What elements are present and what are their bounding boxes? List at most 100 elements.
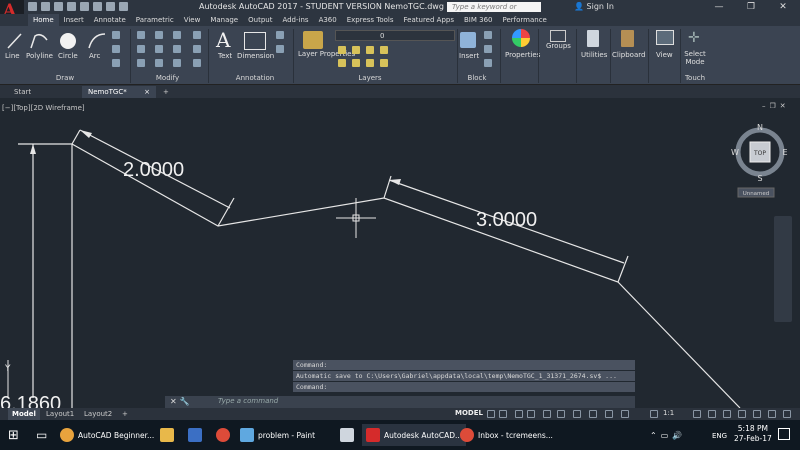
system-clock[interactable]: 5:18 PM 27-Feb-17 xyxy=(734,424,772,444)
transparency-icon[interactable] xyxy=(589,410,597,418)
quick-properties-icon[interactable] xyxy=(738,410,746,418)
taskbar-item-paint[interactable]: problem - Paint xyxy=(240,424,315,446)
scale-icon[interactable] xyxy=(155,59,163,67)
minimize-button[interactable]: — xyxy=(703,0,735,14)
search-input[interactable]: Type a keyword or phrase xyxy=(447,2,541,21)
panel-block-label[interactable]: Block xyxy=(462,74,492,83)
stretch-icon[interactable] xyxy=(137,59,145,67)
grid-icon[interactable] xyxy=(487,410,495,418)
panel-modify-label[interactable]: Modify xyxy=(145,74,190,83)
tab-featured-apps[interactable]: Featured Apps xyxy=(399,14,459,26)
dimension-button[interactable]: Dimension xyxy=(237,52,274,60)
restore-button[interactable]: ❐ xyxy=(735,0,767,14)
tab-start[interactable]: Start xyxy=(8,86,78,98)
language-indicator[interactable]: ENG xyxy=(712,432,727,440)
tab-layout2[interactable]: Layout2 xyxy=(80,408,116,420)
hatch-icon[interactable] xyxy=(112,45,120,53)
trim-icon[interactable] xyxy=(173,31,181,39)
taskbar-item-autocad[interactable]: Autodesk AutoCAD... xyxy=(362,424,467,446)
polyline-button[interactable]: Polyline xyxy=(26,52,53,60)
model-space-button[interactable]: MODEL xyxy=(455,409,483,417)
new-tab-button[interactable]: + xyxy=(160,86,174,98)
tab-layout1[interactable]: Layout1 xyxy=(42,408,78,420)
chrome-icon[interactable] xyxy=(216,428,230,442)
panel-touch-label[interactable]: Touch xyxy=(684,74,706,83)
selection-cycling-icon[interactable] xyxy=(605,410,613,418)
array-icon[interactable] xyxy=(173,59,181,67)
tab-annotate[interactable]: Annotate xyxy=(89,14,131,26)
close-tab-icon[interactable]: × xyxy=(144,86,150,98)
command-line-controls[interactable]: ✕🔧 xyxy=(170,397,193,406)
properties-button[interactable]: Properties xyxy=(505,51,540,59)
annotation-monitor-icon[interactable] xyxy=(708,410,716,418)
leader-icon[interactable] xyxy=(276,31,284,39)
task-view-icon[interactable]: ▭ xyxy=(36,428,47,442)
tab-manage[interactable]: Manage xyxy=(205,14,243,26)
share-icon[interactable] xyxy=(119,2,128,11)
rotate-icon[interactable] xyxy=(155,31,163,39)
layer-isolate-icon[interactable] xyxy=(380,46,388,54)
notification-center-icon[interactable] xyxy=(778,428,790,440)
layer-merge-icon[interactable] xyxy=(380,59,388,67)
layer-walk-icon[interactable] xyxy=(366,59,374,67)
edit-block-icon[interactable] xyxy=(484,45,492,53)
redo-icon[interactable] xyxy=(106,2,115,11)
layer-dropdown[interactable]: 0 xyxy=(335,30,455,41)
file-explorer-icon[interactable] xyxy=(160,428,174,442)
select-mode-button[interactable]: Select Mode xyxy=(684,50,706,66)
panel-annotation-label[interactable]: Annotation xyxy=(220,74,290,83)
view-button[interactable]: View xyxy=(656,51,673,59)
polar-icon[interactable] xyxy=(527,410,535,418)
layer-on-icon[interactable] xyxy=(338,46,346,54)
otrack-icon[interactable] xyxy=(557,410,565,418)
groups-button[interactable]: Groups xyxy=(546,42,571,50)
osnap-icon[interactable] xyxy=(543,410,551,418)
mirror-icon[interactable] xyxy=(155,45,163,53)
panel-draw-label[interactable]: Draw xyxy=(40,74,90,83)
system-tray-icons[interactable]: ⌃▭🔊 xyxy=(650,431,686,440)
table-icon[interactable] xyxy=(276,45,284,53)
gradient-icon[interactable] xyxy=(112,59,120,67)
utilities-button[interactable]: Utilities xyxy=(581,51,607,59)
circle-button[interactable]: Circle xyxy=(58,52,78,60)
taskbar-item-chrome-autocad[interactable]: AutoCAD Beginner... xyxy=(60,424,154,446)
layer-properties-button[interactable]: Layer Properties xyxy=(298,50,355,58)
workspace-icon[interactable] xyxy=(693,410,701,418)
tab-bim-360[interactable]: BIM 360 xyxy=(459,14,498,26)
move-icon[interactable] xyxy=(137,31,145,39)
windows-start-icon[interactable]: ⊞ xyxy=(8,428,19,443)
explode-icon[interactable] xyxy=(193,45,201,53)
rectangle-icon[interactable] xyxy=(112,31,120,39)
offset-icon[interactable] xyxy=(193,59,201,67)
lock-ui-icon[interactable] xyxy=(753,410,761,418)
open-icon[interactable] xyxy=(41,2,50,11)
word-icon[interactable] xyxy=(188,428,202,442)
layer-match-icon[interactable] xyxy=(338,59,346,67)
tab-view[interactable]: View xyxy=(179,14,206,26)
lineweight-icon[interactable] xyxy=(573,410,581,418)
viewcube[interactable]: TOP N S E W Unnamed xyxy=(730,118,790,198)
layer-freeze-icon[interactable] xyxy=(352,46,360,54)
tab-insert[interactable]: Insert xyxy=(59,14,89,26)
command-input[interactable]: Type a command xyxy=(218,397,278,405)
fillet-icon[interactable] xyxy=(173,45,181,53)
line-button[interactable]: Line xyxy=(5,52,20,60)
plot-icon[interactable] xyxy=(80,2,89,11)
annotation-scale-icon[interactable] xyxy=(650,410,658,418)
taskbar-item-inbox[interactable]: Inbox - tcremeens... xyxy=(460,424,553,446)
save-as-icon[interactable] xyxy=(67,2,76,11)
isolate-objects-icon[interactable] xyxy=(768,410,776,418)
close-button[interactable]: ✕ xyxy=(767,0,799,14)
arc-button[interactable]: Arc xyxy=(89,52,100,60)
panel-layers-label[interactable]: Layers xyxy=(335,74,405,83)
undo-icon[interactable] xyxy=(93,2,102,11)
tab-model[interactable]: Model xyxy=(8,408,40,420)
layer-previous-icon[interactable] xyxy=(352,59,360,67)
units-icon[interactable] xyxy=(723,410,731,418)
new-layout-button[interactable]: + xyxy=(118,408,132,420)
tab-nemotgc[interactable]: NemoTGC* × xyxy=(82,86,156,98)
tab-performance[interactable]: Performance xyxy=(497,14,551,26)
calculator-app-icon[interactable] xyxy=(340,428,354,442)
snap-icon[interactable] xyxy=(499,410,507,418)
clipboard-button[interactable]: Clipboard xyxy=(612,51,645,59)
